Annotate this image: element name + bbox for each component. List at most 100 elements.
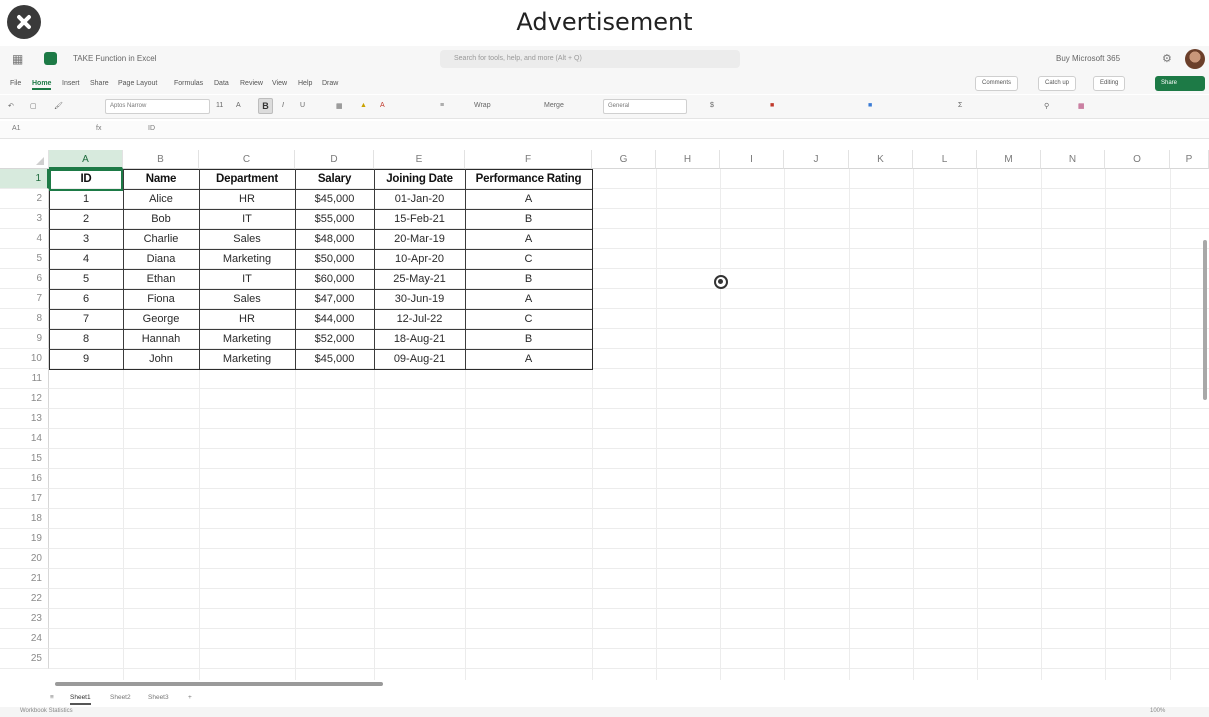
row-header-16[interactable]: 16 xyxy=(0,469,49,489)
table-cell[interactable]: Fiona xyxy=(123,289,199,309)
table-cell[interactable]: A xyxy=(465,349,592,369)
column-header-k[interactable]: K xyxy=(849,150,913,169)
row-header-7[interactable]: 7 xyxy=(0,289,49,309)
row-header-17[interactable]: 17 xyxy=(0,489,49,509)
column-header-h[interactable]: H xyxy=(656,150,720,169)
sheet-tab-3[interactable]: Sheet3 xyxy=(148,694,169,701)
table-cell[interactable]: Marketing xyxy=(199,329,295,349)
table-cell[interactable]: 10-Apr-20 xyxy=(374,249,465,269)
row-header-9[interactable]: 9 xyxy=(0,329,49,349)
workbook-statistics[interactable]: Workbook Statistics xyxy=(20,708,73,714)
table-cell[interactable]: 4 xyxy=(49,249,123,269)
row-header-5[interactable]: 5 xyxy=(0,249,49,269)
avatar[interactable] xyxy=(1185,49,1205,69)
row-header-19[interactable]: 19 xyxy=(0,529,49,549)
tab-help[interactable]: Help xyxy=(298,80,312,87)
row-header-24[interactable]: 24 xyxy=(0,629,49,649)
sheet-list-icon[interactable]: ≡ xyxy=(50,694,54,701)
table-cell[interactable]: B xyxy=(465,329,592,349)
row-header-18[interactable]: 18 xyxy=(0,509,49,529)
tab-insert[interactable]: Insert xyxy=(62,80,80,87)
table-cell[interactable]: Hannah xyxy=(123,329,199,349)
tab-file[interactable]: File xyxy=(10,80,21,87)
table-cell[interactable]: $48,000 xyxy=(295,229,374,249)
buy-microsoft-365-link[interactable]: Buy Microsoft 365 xyxy=(1056,54,1120,63)
table-cell[interactable]: Marketing xyxy=(199,349,295,369)
column-header-n[interactable]: N xyxy=(1041,150,1105,169)
table-cell[interactable]: 3 xyxy=(49,229,123,249)
row-header-25[interactable]: 25 xyxy=(0,649,49,669)
align-icon[interactable]: ≡ xyxy=(440,102,444,109)
table-cell[interactable]: $52,000 xyxy=(295,329,374,349)
horizontal-scrollbar[interactable] xyxy=(55,681,1201,687)
comments-button[interactable]: Comments xyxy=(975,76,1019,91)
row-header-10[interactable]: 10 xyxy=(0,349,49,369)
row-header-3[interactable]: 3 xyxy=(0,209,49,229)
table-cell[interactable]: Charlie xyxy=(123,229,199,249)
column-header-o[interactable]: O xyxy=(1105,150,1170,169)
row-header-21[interactable]: 21 xyxy=(0,569,49,589)
column-header-p[interactable]: P xyxy=(1170,150,1209,169)
table-cell[interactable]: Bob xyxy=(123,209,199,229)
table-cell[interactable]: Marketing xyxy=(199,249,295,269)
row-header-1[interactable]: 1 xyxy=(0,169,49,189)
table-cell[interactable]: 1 xyxy=(49,189,123,209)
sheet-tab-1[interactable]: Sheet1 xyxy=(70,694,91,705)
table-cell[interactable]: B xyxy=(465,209,592,229)
table-cell[interactable]: 2 xyxy=(49,209,123,229)
column-header-b[interactable]: B xyxy=(123,150,199,169)
row-header-15[interactable]: 15 xyxy=(0,449,49,469)
autosum-icon[interactable]: Σ xyxy=(958,102,962,109)
table-header-cell[interactable]: Performance Rating xyxy=(465,169,592,189)
table-cell[interactable]: Sales xyxy=(199,229,295,249)
row-header-11[interactable]: 11 xyxy=(0,369,49,389)
table-cell[interactable]: A xyxy=(465,289,592,309)
insert-cells-icon[interactable]: ■ xyxy=(868,102,872,109)
sheet-tab-2[interactable]: Sheet2 xyxy=(110,694,131,701)
table-header-cell[interactable]: Department xyxy=(199,169,295,189)
add-sheet-button[interactable]: + xyxy=(188,694,192,701)
table-header-cell[interactable]: Salary xyxy=(295,169,374,189)
table-cell[interactable]: 12-Jul-22 xyxy=(374,309,465,329)
table-cell[interactable]: $50,000 xyxy=(295,249,374,269)
row-header-22[interactable]: 22 xyxy=(0,589,49,609)
table-cell[interactable]: 20-Mar-19 xyxy=(374,229,465,249)
share-button[interactable]: Share xyxy=(1155,76,1205,91)
tab-data[interactable]: Data xyxy=(214,80,229,87)
table-cell[interactable]: 09-Aug-21 xyxy=(374,349,465,369)
table-cell[interactable]: HR xyxy=(199,309,295,329)
column-header-m[interactable]: M xyxy=(977,150,1041,169)
table-cell[interactable]: 01-Jan-20 xyxy=(374,189,465,209)
table-cell[interactable]: $55,000 xyxy=(295,209,374,229)
formula-input[interactable]: ID xyxy=(148,125,155,132)
table-cell[interactable]: A xyxy=(465,189,592,209)
table-cell[interactable]: IT xyxy=(199,269,295,289)
table-cell[interactable]: B xyxy=(465,269,592,289)
currency-icon[interactable]: $ xyxy=(710,102,714,109)
row-header-13[interactable]: 13 xyxy=(0,409,49,429)
column-header-g[interactable]: G xyxy=(592,150,656,169)
grow-font-icon[interactable]: A xyxy=(236,102,241,109)
document-title[interactable]: TAKE Function in Excel xyxy=(73,54,156,63)
find-icon[interactable]: ⚲ xyxy=(1044,102,1049,110)
select-all-corner[interactable] xyxy=(0,150,49,169)
table-cell[interactable]: $45,000 xyxy=(295,189,374,209)
table-cell[interactable]: 7 xyxy=(49,309,123,329)
table-cell[interactable]: A xyxy=(465,229,592,249)
underline-icon[interactable]: U xyxy=(300,102,305,109)
search-input[interactable]: Search for tools, help, and more (Alt + … xyxy=(440,50,740,68)
table-cell[interactable]: Diana xyxy=(123,249,199,269)
italic-button[interactable]: I xyxy=(282,102,284,109)
add-ins-icon[interactable]: ▦ xyxy=(1078,102,1085,110)
table-cell[interactable]: $47,000 xyxy=(295,289,374,309)
editing-mode-button[interactable]: Editing xyxy=(1093,76,1126,91)
row-header-4[interactable]: 4 xyxy=(0,229,49,249)
tab-share[interactable]: Share xyxy=(90,80,109,87)
tab-draw[interactable]: Draw xyxy=(322,80,338,87)
table-cell[interactable]: 5 xyxy=(49,269,123,289)
table-cell[interactable]: Alice xyxy=(123,189,199,209)
zoom-level[interactable]: 100% xyxy=(1150,708,1165,714)
table-cell[interactable]: IT xyxy=(199,209,295,229)
font-size-select[interactable]: 11 xyxy=(216,102,223,109)
table-cell[interactable]: John xyxy=(123,349,199,369)
